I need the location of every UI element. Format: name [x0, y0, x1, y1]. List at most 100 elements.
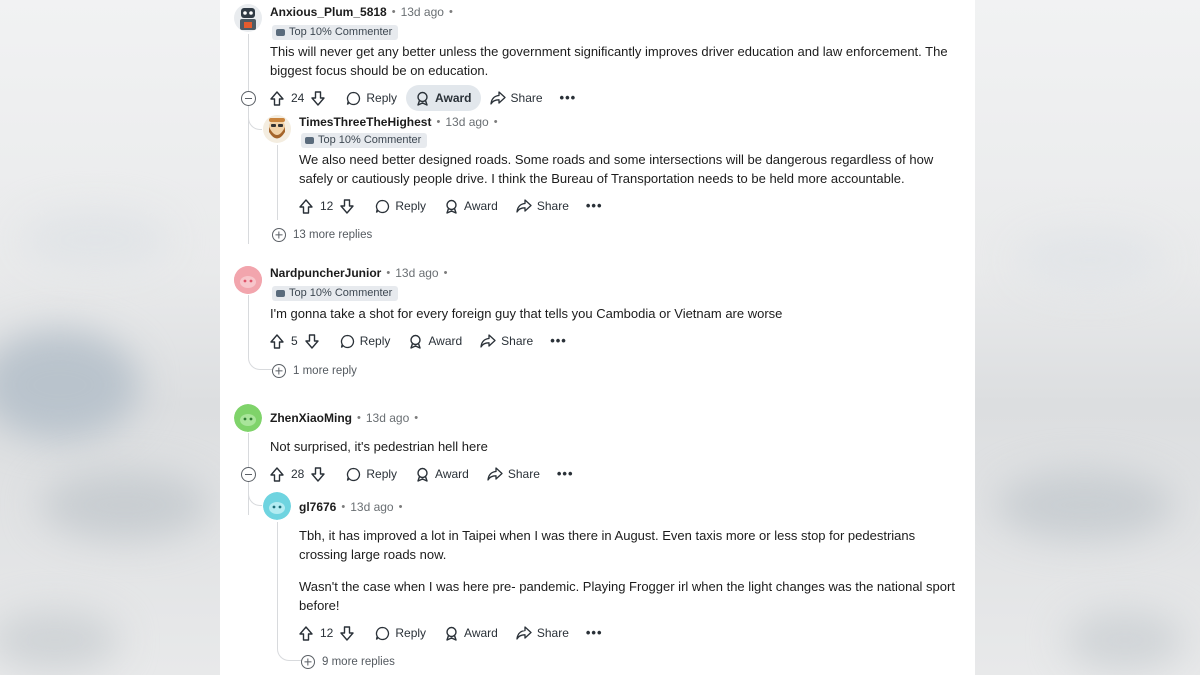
share-button[interactable]: Share	[471, 328, 542, 354]
comment-body: Not surprised, it's pedestrian hell here	[270, 439, 488, 454]
more-options-button[interactable]: •••	[578, 193, 611, 219]
vote-group: 12	[299, 620, 358, 646]
thread-line	[248, 34, 249, 244]
comment-bubble-icon	[375, 626, 390, 641]
flair-icon	[276, 290, 285, 297]
avatar-robot-icon	[234, 4, 262, 32]
separator-dot: •	[391, 6, 396, 18]
share-arrow-icon	[480, 334, 496, 348]
more-replies-label: 13 more replies	[293, 229, 373, 241]
separator-dot: •	[414, 412, 419, 424]
avatar[interactable]	[234, 404, 262, 432]
share-button[interactable]: Share	[507, 620, 578, 646]
vote-count: 12	[320, 626, 334, 640]
reply-label: Reply	[366, 91, 398, 105]
collapse-thread-button[interactable]	[241, 467, 256, 482]
username[interactable]: ZhenXiaoMing	[270, 411, 352, 425]
award-label: Award	[428, 334, 463, 348]
timestamp[interactable]: 13d ago	[395, 266, 438, 280]
user-flair: Top 10% Commenter	[272, 25, 399, 40]
award-button[interactable]: Award	[435, 620, 507, 646]
award-icon	[415, 91, 430, 106]
share-arrow-icon	[489, 91, 506, 105]
timestamp[interactable]: 13d ago	[445, 115, 488, 129]
avatar[interactable]	[234, 4, 262, 32]
more-options-button[interactable]: •••	[552, 85, 585, 111]
user-flair: Top 10% Commenter	[272, 286, 399, 301]
flair-text: Top 10% Commenter	[289, 287, 393, 299]
user-flair: Top 10% Commenter	[301, 133, 428, 148]
reply-connector	[248, 112, 262, 130]
downvote-icon[interactable]	[311, 466, 326, 482]
expand-plus-icon	[272, 364, 286, 378]
comment-body: We also need better designed roads. Some…	[299, 152, 934, 186]
more-options-button[interactable]: •••	[578, 620, 611, 646]
share-label: Share	[510, 91, 543, 105]
flair-text: Top 10% Commenter	[289, 26, 393, 38]
award-label: Award	[464, 199, 498, 213]
downvote-icon[interactable]	[304, 333, 319, 349]
reply-label: Reply	[359, 334, 391, 348]
avatar[interactable]	[263, 492, 291, 520]
upvote-icon[interactable]	[270, 466, 284, 482]
downvote-icon[interactable]	[340, 198, 355, 214]
reply-button[interactable]: Reply	[337, 461, 406, 487]
more-replies-button[interactable]: 1 more reply	[272, 363, 357, 379]
avatar[interactable]	[234, 266, 262, 294]
award-button[interactable]: Award	[435, 193, 507, 219]
upvote-icon[interactable]	[270, 90, 284, 106]
comment-meta: gl7676 • 13d ago •	[299, 499, 407, 515]
upvote-icon[interactable]	[299, 625, 313, 641]
reply-connector	[248, 488, 262, 506]
collapse-thread-button[interactable]	[241, 91, 256, 106]
award-button[interactable]: Award	[406, 85, 481, 111]
share-label: Share	[536, 199, 569, 213]
username[interactable]: Anxious_Plum_5818	[270, 5, 387, 19]
comments-panel: Anxious_Plum_5818 • 13d ago • Top 10% Co…	[220, 0, 975, 675]
username[interactable]: gl7676	[299, 500, 336, 514]
username[interactable]: NardpuncherJunior	[270, 266, 381, 280]
reply-button[interactable]: Reply	[366, 620, 435, 646]
downvote-icon[interactable]	[340, 625, 355, 641]
more-replies-button[interactable]: 13 more replies	[272, 227, 372, 243]
avatar[interactable]	[263, 115, 291, 143]
reply-button[interactable]: Reply	[366, 193, 435, 219]
comment-actions: 28 Reply Award Share •••	[270, 461, 582, 487]
background-left	[0, 0, 220, 675]
separator-dot: •	[436, 116, 441, 128]
share-button[interactable]: Share	[478, 461, 549, 487]
more-options-button[interactable]: •••	[549, 461, 582, 487]
comment-actions: 5 Reply Award Share •••	[270, 328, 575, 354]
comment-meta: TimesThreeTheHighest • 13d ago •	[299, 114, 503, 130]
award-icon	[408, 334, 423, 349]
comment-meta: Anxious_Plum_5818 • 13d ago •	[270, 4, 458, 20]
thread-line	[277, 522, 278, 647]
more-replies-label: 1 more reply	[293, 365, 357, 377]
vote-count: 5	[291, 334, 298, 348]
award-button[interactable]: Award	[399, 328, 471, 354]
username[interactable]: TimesThreeTheHighest	[299, 115, 431, 129]
award-button[interactable]: Award	[406, 461, 478, 487]
upvote-icon[interactable]	[270, 333, 284, 349]
share-arrow-icon	[487, 467, 503, 481]
more-replies-button[interactable]: 9 more replies	[301, 654, 395, 670]
avatar-snoo-icon	[234, 266, 262, 294]
downvote-icon[interactable]	[311, 90, 326, 106]
vote-group: 5	[270, 328, 323, 354]
timestamp[interactable]: 13d ago	[350, 500, 393, 514]
comment-bubble-icon	[375, 199, 390, 214]
vote-group: 28	[270, 461, 329, 487]
more-options-button[interactable]: •••	[542, 328, 575, 354]
reply-button[interactable]: Reply	[337, 85, 406, 111]
share-arrow-icon	[516, 626, 532, 640]
award-icon	[444, 199, 459, 214]
award-icon	[444, 626, 459, 641]
avatar-bearded-icon	[263, 115, 291, 143]
share-button[interactable]: Share	[481, 85, 552, 111]
timestamp[interactable]: 13d ago	[366, 411, 409, 425]
vote-count: 28	[291, 467, 305, 481]
timestamp[interactable]: 13d ago	[401, 5, 444, 19]
share-button[interactable]: Share	[507, 193, 578, 219]
upvote-icon[interactable]	[299, 198, 313, 214]
reply-button[interactable]: Reply	[331, 328, 400, 354]
